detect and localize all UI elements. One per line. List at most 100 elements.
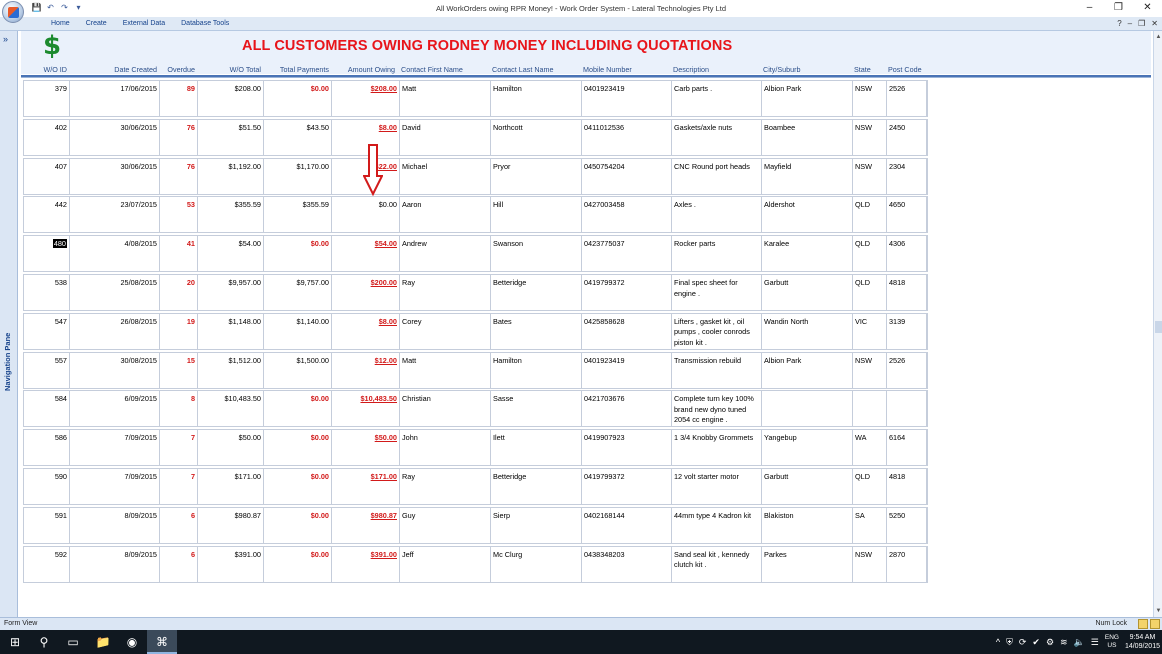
cell-contact-first-name[interactable]: Andrew <box>400 236 491 272</box>
cell-contact-first-name[interactable]: Guy <box>400 507 491 543</box>
file-explorer-icon[interactable]: 📁 <box>88 630 118 654</box>
cell-city-suburb[interactable]: Garbutt <box>762 275 853 310</box>
clock[interactable]: 9:54 AM 14/09/2015 <box>1125 633 1160 651</box>
cell-wo-total[interactable]: $355.59 <box>198 197 264 233</box>
cell-state[interactable]: QLD <box>853 469 887 504</box>
cell-post-code[interactable]: 2450 <box>887 119 927 155</box>
cell-overdue[interactable]: 53 <box>160 197 198 233</box>
cell-wo-total[interactable]: $171.00 <box>198 469 264 504</box>
action-center-icon[interactable]: ☰ <box>1091 637 1099 648</box>
cell-city-suburb[interactable]: Wandin North <box>762 313 853 349</box>
cell-wo-total[interactable]: $391.00 <box>198 546 264 582</box>
cell-city-suburb[interactable]: Boambee <box>762 119 853 155</box>
cell-description[interactable]: CNC Round port heads <box>672 158 762 194</box>
cell-contact-last-name[interactable]: Bates <box>491 313 582 349</box>
cell-wo-id[interactable]: 379 <box>24 81 70 116</box>
cell-contact-first-name[interactable]: Corey <box>400 313 491 349</box>
cell-contact-first-name[interactable]: David <box>400 119 491 155</box>
cell-contact-last-name[interactable]: Betteridge <box>491 469 582 504</box>
table-row[interactable]: 557 30/08/2015 15 $1,512.00 $1,500.00 $12.00 M… <box>23 351 928 389</box>
cell-description[interactable]: Lifters , gasket kit , oil pumps , coole… <box>672 313 762 349</box>
cell-mobile-number[interactable]: 0438348203 <box>582 546 672 582</box>
cell-total-payments[interactable]: $0.00 <box>264 236 332 272</box>
cell-wo-id[interactable]: 547 <box>24 313 70 349</box>
cell-city-suburb[interactable]: Blakiston <box>762 507 853 543</box>
cell-description[interactable]: Carb parts . <box>672 81 762 116</box>
cell-contact-first-name[interactable]: Christian <box>400 391 491 427</box>
cell-city-suburb[interactable]: Parkes <box>762 546 853 582</box>
cell-description[interactable]: Transmission rebuild <box>672 352 762 388</box>
cell-city-suburb[interactable]: Albion Park <box>762 81 853 116</box>
cell-amount-owing[interactable]: $200.00 <box>332 275 400 310</box>
cell-date-created[interactable]: 7/09/2015 <box>70 430 160 466</box>
cell-wo-id[interactable]: 584 <box>24 391 70 427</box>
maximize-button[interactable]: ❐ <box>1104 0 1133 16</box>
cell-wo-total[interactable]: $10,483.50 <box>198 391 264 427</box>
design-view-icon[interactable] <box>1150 619 1160 629</box>
cell-post-code[interactable]: 2526 <box>887 81 927 116</box>
cell-contact-last-name[interactable]: Hill <box>491 197 582 233</box>
cell-overdue[interactable]: 19 <box>160 313 198 349</box>
cell-amount-owing[interactable]: $50.00 <box>332 430 400 466</box>
cell-description[interactable]: Axles . <box>672 197 762 233</box>
cell-amount-owing[interactable]: $208.00 <box>332 81 400 116</box>
cell-total-payments[interactable]: $9,757.00 <box>264 275 332 310</box>
cell-date-created[interactable]: 8/09/2015 <box>70 507 160 543</box>
cell-amount-owing[interactable]: $0.00 <box>332 197 400 233</box>
cell-city-suburb[interactable]: Garbutt <box>762 469 853 504</box>
cell-city-suburb[interactable]: Karalee <box>762 236 853 272</box>
cell-contact-first-name[interactable]: Matt <box>400 81 491 116</box>
cell-description[interactable]: Final spec sheet for engine . <box>672 275 762 310</box>
cell-post-code[interactable]: 4818 <box>887 275 927 310</box>
cell-contact-first-name[interactable]: Michael <box>400 158 491 194</box>
cell-wo-total[interactable]: $9,957.00 <box>198 275 264 310</box>
cell-mobile-number[interactable]: 0450754204 <box>582 158 672 194</box>
cell-wo-id[interactable]: 586 <box>24 430 70 466</box>
cell-mobile-number[interactable]: 0402168144 <box>582 507 672 543</box>
cell-amount-owing[interactable]: $8.00 <box>332 313 400 349</box>
doc-restore-button[interactable]: ❐ <box>1138 18 1145 29</box>
start-icon[interactable]: ⊞ <box>0 630 30 654</box>
cell-mobile-number[interactable]: 0427003458 <box>582 197 672 233</box>
cell-description[interactable]: Sand seal kit , kennedy clutch kit . <box>672 546 762 582</box>
cell-wo-id[interactable]: 402 <box>24 119 70 155</box>
cell-contact-last-name[interactable]: Hamilton <box>491 81 582 116</box>
cell-mobile-number[interactable]: 0401923419 <box>582 81 672 116</box>
cell-contact-last-name[interactable]: Hamilton <box>491 352 582 388</box>
cell-description[interactable]: Rocker parts <box>672 236 762 272</box>
cell-wo-total[interactable]: $51.50 <box>198 119 264 155</box>
cell-contact-last-name[interactable]: Betteridge <box>491 275 582 310</box>
vertical-scrollbar[interactable]: ▲ ▼ <box>1153 31 1162 617</box>
cell-overdue[interactable]: 8 <box>160 391 198 427</box>
scroll-up-icon[interactable]: ▲ <box>1155 33 1162 41</box>
tray-shield-icon[interactable]: ⛨ <box>1006 637 1013 648</box>
cell-post-code[interactable]: 3139 <box>887 313 927 349</box>
cell-total-payments[interactable]: $1,170.00 <box>264 158 332 194</box>
cell-total-payments[interactable]: $0.00 <box>264 430 332 466</box>
cell-state[interactable]: SA <box>853 507 887 543</box>
tab-create[interactable]: Create <box>78 18 115 30</box>
cell-date-created[interactable]: 4/08/2015 <box>70 236 160 272</box>
cell-amount-owing[interactable]: $10,483.50 <box>332 391 400 427</box>
volume-icon[interactable]: 🔈 <box>1074 637 1085 648</box>
cell-mobile-number[interactable]: 0421703676 <box>582 391 672 427</box>
cell-city-suburb[interactable] <box>762 391 853 427</box>
navigation-pane[interactable]: » Navigation Pane <box>0 31 18 617</box>
cell-wo-total[interactable]: $208.00 <box>198 81 264 116</box>
help-icon[interactable]: ? <box>1117 18 1121 29</box>
language-indicator[interactable]: ENG US <box>1105 634 1119 650</box>
cell-contact-last-name[interactable]: Swanson <box>491 236 582 272</box>
cell-mobile-number[interactable]: 0425858628 <box>582 313 672 349</box>
cell-contact-first-name[interactable]: John <box>400 430 491 466</box>
cell-overdue[interactable]: 41 <box>160 236 198 272</box>
table-row[interactable]: 402 30/06/2015 76 $51.50 $43.50 $8.00 David Nor… <box>23 118 928 156</box>
cell-description[interactable]: 44mm type 4 Kadron kit <box>672 507 762 543</box>
cell-wo-id[interactable]: 480 <box>24 236 70 272</box>
cell-contact-last-name[interactable]: Sierp <box>491 507 582 543</box>
tab-database-tools[interactable]: Database Tools <box>173 18 237 30</box>
cell-contact-last-name[interactable]: Sasse <box>491 391 582 427</box>
cell-wo-total[interactable]: $50.00 <box>198 430 264 466</box>
expand-nav-icon[interactable]: » <box>3 34 8 44</box>
cell-amount-owing[interactable]: $980.87 <box>332 507 400 543</box>
cell-wo-total[interactable]: $1,512.00 <box>198 352 264 388</box>
